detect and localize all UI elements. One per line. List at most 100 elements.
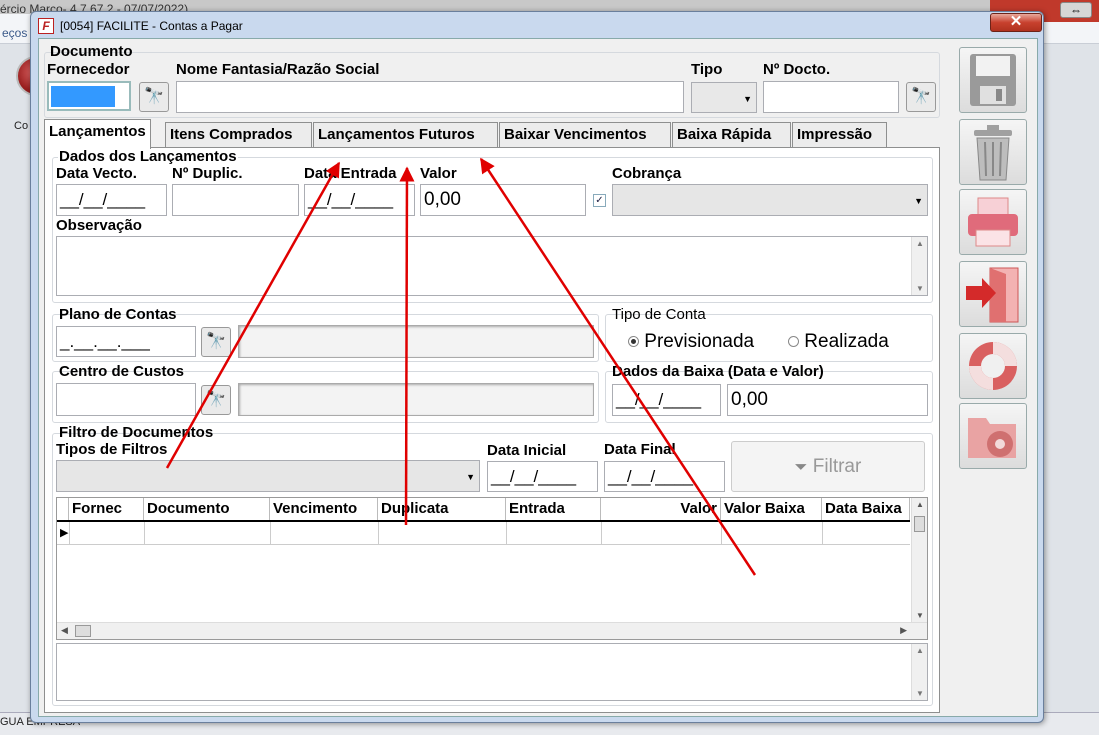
tipo-select[interactable]: ▼ — [691, 82, 757, 113]
plano-search-button[interactable]: 🔭 — [201, 327, 231, 357]
filter-icon: ⏷ — [794, 459, 808, 476]
tab-baixa-rapida[interactable]: Baixa Rápida — [672, 122, 791, 147]
delete-button[interactable] — [959, 119, 1027, 185]
nome-fantasia-label: Nome Fantasia/Razão Social — [176, 61, 380, 78]
valor-checkbox[interactable]: ✓ — [593, 194, 606, 207]
exit-button[interactable] — [959, 261, 1027, 327]
observacao-scrollbar[interactable]: ▲ ▼ — [911, 237, 927, 295]
grid-header: Fornec Documento Vencimento Duplicata En… — [57, 498, 910, 522]
row-pointer-icon: ▶ — [60, 527, 69, 539]
exit-door-icon — [966, 267, 1019, 323]
valor-label: Valor — [420, 165, 457, 182]
radio-previsionada[interactable]: Previsionada — [628, 331, 754, 353]
dados-lancamentos-title: Dados dos Lançamentos — [58, 148, 238, 165]
scroll-right-icon[interactable]: ▶ — [900, 625, 907, 636]
scroll-thumb[interactable] — [914, 516, 925, 532]
memo-scrollbar[interactable]: ▲ ▼ — [911, 644, 927, 700]
cobranca-label: Cobrança — [612, 165, 682, 182]
scroll-down-icon[interactable]: ▼ — [916, 611, 924, 620]
fornecedor-label: Fornecedor — [47, 61, 130, 78]
col-duplicata[interactable]: Duplicata — [378, 498, 506, 520]
docto-search-button[interactable]: 🔭 — [906, 82, 936, 112]
col-vencimento[interactable]: Vencimento — [270, 498, 378, 520]
col-fornec[interactable]: Fornec — [69, 498, 144, 520]
print-button[interactable] — [959, 189, 1027, 255]
col-entrada[interactable]: Entrada — [506, 498, 601, 520]
col-valor-baixa[interactable]: Valor Baixa — [721, 498, 822, 520]
radio-realizada[interactable]: Realizada — [788, 331, 889, 353]
radio-unselected-icon — [788, 336, 799, 348]
centro-input[interactable] — [56, 383, 196, 416]
chevron-down-icon: ▼ — [466, 472, 475, 482]
data-final-input[interactable]: __/__/____ — [604, 461, 725, 492]
baixa-date-input[interactable]: __/__/____ — [612, 384, 721, 416]
previsionada-label: Previsionada — [644, 331, 755, 352]
lifebuoy-icon — [969, 342, 1017, 390]
binoculars-icon: 🔭 — [144, 88, 164, 105]
tipos-filtros-select[interactable]: ▼ — [56, 460, 480, 492]
tab-impressao[interactable]: Impressão — [792, 122, 887, 147]
data-final-label: Data Final — [604, 441, 676, 458]
data-vecto-input[interactable]: __/__/____ — [56, 184, 167, 216]
trash-can-icon — [974, 125, 1012, 181]
centro-label: Centro de Custos — [59, 363, 185, 380]
data-vecto-label: Data Vecto. — [56, 165, 137, 182]
scroll-down-icon[interactable]: ▼ — [916, 689, 924, 698]
plano-description — [238, 325, 594, 358]
hscroll-thumb[interactable] — [75, 625, 91, 637]
radio-selected-icon — [628, 336, 639, 348]
data-inicial-input[interactable]: __/__/____ — [487, 461, 598, 492]
data-entrada-input[interactable]: __/__/____ — [304, 184, 415, 216]
fornecedor-input[interactable] — [47, 81, 131, 111]
tab-baixar-vencimentos[interactable]: Baixar Vencimentos — [499, 122, 671, 147]
cobranca-select[interactable]: ▼ — [612, 184, 928, 216]
observacao-textarea[interactable]: ▲ ▼ — [56, 236, 928, 296]
tab-lancamentos-futuros[interactable]: Lançamentos Futuros — [313, 122, 498, 147]
window-title: [0054] FACILITE - Contas a Pagar — [60, 19, 243, 33]
scroll-down-icon[interactable]: ▼ — [916, 284, 924, 293]
close-button[interactable]: ✕ — [990, 13, 1042, 32]
plano-input[interactable]: _.__.__.___ — [56, 326, 196, 357]
memo-area[interactable]: ▲ ▼ — [56, 643, 928, 701]
settings-button[interactable] — [959, 403, 1027, 469]
baixa-value-input[interactable]: 0,00 — [727, 384, 928, 416]
no-duplic-input[interactable] — [172, 184, 299, 216]
save-button[interactable] — [959, 47, 1027, 113]
tab-lancamentos[interactable]: Lançamentos — [44, 119, 151, 149]
plano-label: Plano de Contas — [59, 306, 177, 323]
chevron-down-icon: ▼ — [743, 93, 752, 104]
col-data-baixa[interactable]: Data Baixa — [822, 498, 910, 520]
tipo-label: Tipo — [691, 61, 723, 78]
nome-fantasia-input[interactable] — [176, 81, 684, 113]
scroll-left-icon[interactable]: ◀ — [61, 625, 68, 636]
chevron-down-icon: ▼ — [914, 196, 923, 206]
grid-vertical-scrollbar[interactable]: ▲ ▼ — [911, 498, 927, 622]
table-row[interactable]: ▶ — [57, 522, 910, 545]
binoculars-icon: 🔭 — [206, 333, 226, 350]
filtrar-label: Filtrar — [812, 456, 862, 477]
app-icon: F — [38, 18, 54, 34]
documents-grid[interactable]: Fornec Documento Vencimento Duplicata En… — [56, 497, 928, 640]
filtrar-button[interactable]: ⏷ Filtrar — [731, 441, 925, 492]
scroll-up-icon[interactable]: ▲ — [916, 646, 924, 655]
baixa-label: Dados da Baixa (Data e Valor) — [612, 363, 824, 380]
col-valor[interactable]: Valor — [601, 498, 721, 520]
help-button[interactable] — [959, 333, 1027, 399]
tab-itens-comprados[interactable]: Itens Comprados — [165, 122, 312, 147]
col-documento[interactable]: Documento — [144, 498, 270, 520]
observacao-label: Observação — [56, 217, 142, 234]
grid-indicator-header — [57, 498, 69, 520]
fornecedor-search-button[interactable]: 🔭 — [139, 82, 169, 112]
background-side-label: Co — [14, 120, 29, 132]
scroll-up-icon[interactable]: ▲ — [916, 500, 924, 509]
tipos-filtros-label: Tipos de Filtros — [56, 441, 168, 458]
grid-horizontal-scrollbar[interactable]: ◀ ▶ — [57, 622, 927, 639]
valor-input[interactable]: 0,00 — [420, 184, 586, 216]
background-menu-item[interactable]: eços — [2, 26, 27, 40]
no-docto-input[interactable] — [763, 81, 899, 113]
restore-window-button[interactable]: ⇔ — [1060, 2, 1092, 18]
centro-search-button[interactable]: 🔭 — [201, 385, 231, 415]
realizada-label: Realizada — [804, 331, 889, 352]
scroll-up-icon[interactable]: ▲ — [916, 239, 924, 248]
centro-description — [238, 383, 594, 416]
